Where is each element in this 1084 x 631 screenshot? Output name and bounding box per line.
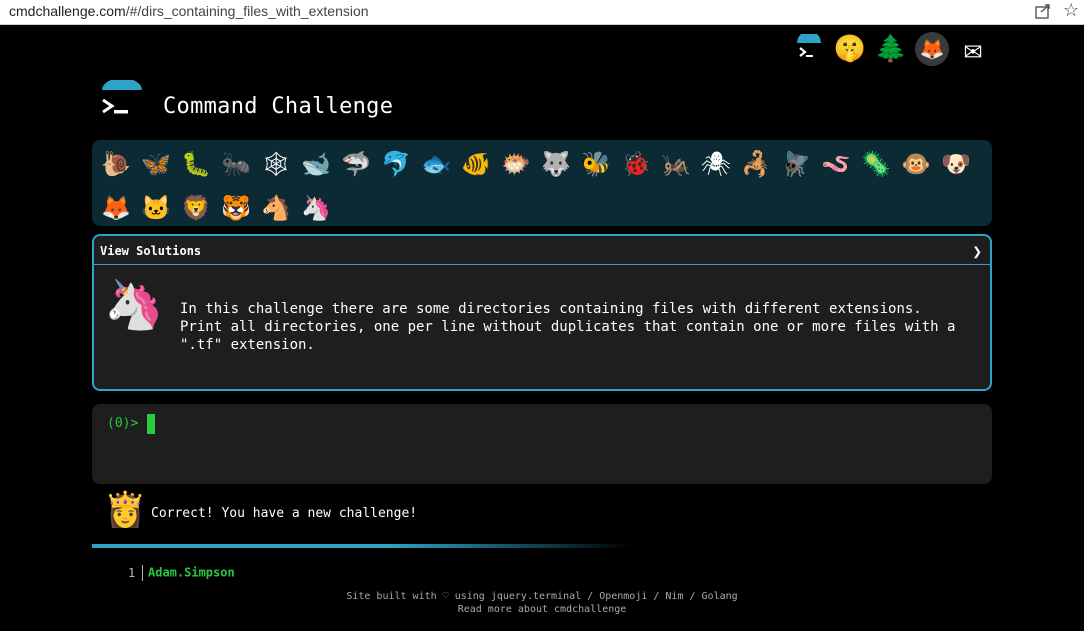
- shushing-face-icon: 🤫: [833, 34, 867, 64]
- unicorn-icon: 🦄: [104, 277, 164, 333]
- top-links: 🤫 🌲 🦊 ✉: [792, 31, 990, 67]
- animal-scorpion-icon[interactable]: 🦂: [736, 142, 776, 186]
- envelope-icon: ✉: [963, 31, 983, 67]
- footer-credits[interactable]: Site built with ♡ using jquery.terminal …: [0, 590, 1084, 603]
- gitlab-link[interactable]: 🦊: [915, 32, 949, 66]
- animal-horse-icon[interactable]: 🐴: [256, 186, 296, 230]
- animal-spider-web-icon[interactable]: 🕸: [256, 142, 296, 186]
- logo-icon: [102, 80, 142, 114]
- terminal-prompt: (0)>: [107, 416, 139, 431]
- challenge-progress-panel: 🐌 🦋 🐛 🐜 🕸 🐋 🦈 🐬 🐟 🐠 🐡 🐺 🐝 🐞 🦗 🕷 🦂 🪰 🪱 🦠 🐵 🐶 🦊 🐱 🦁 🐯 🐴 🦄: [92, 140, 992, 226]
- footer: Site built with ♡ using jquery.terminal …: [0, 590, 1084, 616]
- gitlab-icon: 🦊: [919, 37, 945, 61]
- animal-spider-icon[interactable]: 🕷: [696, 142, 736, 186]
- animal-ladybug-icon[interactable]: 🐞: [616, 142, 656, 186]
- animal-monkey-icon[interactable]: 🐵: [896, 142, 936, 186]
- animal-microbe-icon[interactable]: 🦠: [856, 142, 896, 186]
- footer-read-more-link[interactable]: Read more about cmdchallenge: [0, 603, 1084, 616]
- animal-cat-icon[interactable]: 🐱: [136, 186, 176, 230]
- animal-tropical-fish-icon[interactable]: 🐠: [456, 142, 496, 186]
- shushing-face-link[interactable]: 🤫: [833, 32, 867, 66]
- animal-blowfish-icon[interactable]: 🐡: [496, 142, 536, 186]
- url-field[interactable]: cmdchallenge.com/#/dirs_containing_files…: [9, 3, 369, 19]
- view-solutions-label: View Solutions: [100, 244, 202, 258]
- animal-tiger-icon[interactable]: 🐯: [216, 186, 256, 230]
- animal-butterfly-icon[interactable]: 🦋: [136, 142, 176, 186]
- cmdchallenge-icon: [797, 34, 821, 57]
- animal-fish-icon[interactable]: 🐟: [416, 142, 456, 186]
- animal-unicorn-icon[interactable]: 🦄: [296, 186, 336, 230]
- animal-grid: 🐌 🦋 🐛 🐜 🕸 🐋 🦈 🐬 🐟 🐠 🐡 🐺 🐝 🐞 🦗 🕷 🦂 🪰 🪱 🦠 🐵 🐶 🦊 🐱 🦁 🐯 🐴 🦄: [96, 142, 996, 230]
- animal-caterpillar-icon[interactable]: 🐛: [176, 142, 216, 186]
- email-link[interactable]: ✉: [956, 31, 990, 67]
- animal-ant-icon[interactable]: 🐜: [216, 142, 256, 186]
- terminal-cursor[interactable]: [147, 414, 155, 434]
- tree-icon: 🌲: [874, 34, 908, 64]
- tree-link[interactable]: 🌲: [874, 32, 908, 66]
- animal-snail-icon[interactable]: 🐌: [96, 142, 136, 186]
- bookmark-star-icon[interactable]: ☆: [1063, 0, 1079, 21]
- browser-address-bar[interactable]: cmdchallenge.com/#/dirs_containing_files…: [0, 0, 1084, 25]
- leaderboard: 1 Adam.Simpson: [128, 565, 235, 581]
- leaderboard-row: 1 Adam.Simpson: [128, 565, 235, 581]
- animal-cricket-icon[interactable]: 🦗: [656, 142, 696, 186]
- animal-bee-icon[interactable]: 🐝: [576, 142, 616, 186]
- animal-shark-icon[interactable]: 🦈: [336, 142, 376, 186]
- animal-fox-icon[interactable]: 🦊: [96, 186, 136, 230]
- cmdchallenge-link[interactable]: [792, 32, 826, 66]
- challenge-panel: View Solutions ❯ 🦄 In this challenge the…: [92, 234, 992, 391]
- princess-icon: 👸: [104, 490, 147, 530]
- animal-fly-icon[interactable]: 🪰: [776, 142, 816, 186]
- animal-wolf-icon[interactable]: 🐺: [536, 142, 576, 186]
- view-solutions-toggle[interactable]: View Solutions ❯: [94, 236, 990, 265]
- challenge-description: In this challenge there are some directo…: [180, 301, 956, 353]
- animal-lion-icon[interactable]: 🦁: [176, 186, 216, 230]
- page-title: Command Challenge: [163, 94, 394, 119]
- divider: [142, 565, 143, 581]
- share-icon[interactable]: [1034, 2, 1052, 20]
- divider-bar: [92, 544, 632, 548]
- terminal[interactable]: (0)>: [92, 404, 992, 484]
- chevron-right-icon: ❯: [972, 242, 982, 261]
- leaderboard-rank: 1: [128, 565, 136, 580]
- leaderboard-name[interactable]: Adam.Simpson: [148, 566, 235, 580]
- animal-dolphin-icon[interactable]: 🐬: [376, 142, 416, 186]
- status-message: Correct! You have a new challenge!: [151, 506, 418, 521]
- animal-worm-icon[interactable]: 🪱: [816, 142, 856, 186]
- animal-dog-icon[interactable]: 🐶: [936, 142, 976, 186]
- animal-whale-icon[interactable]: 🐋: [296, 142, 336, 186]
